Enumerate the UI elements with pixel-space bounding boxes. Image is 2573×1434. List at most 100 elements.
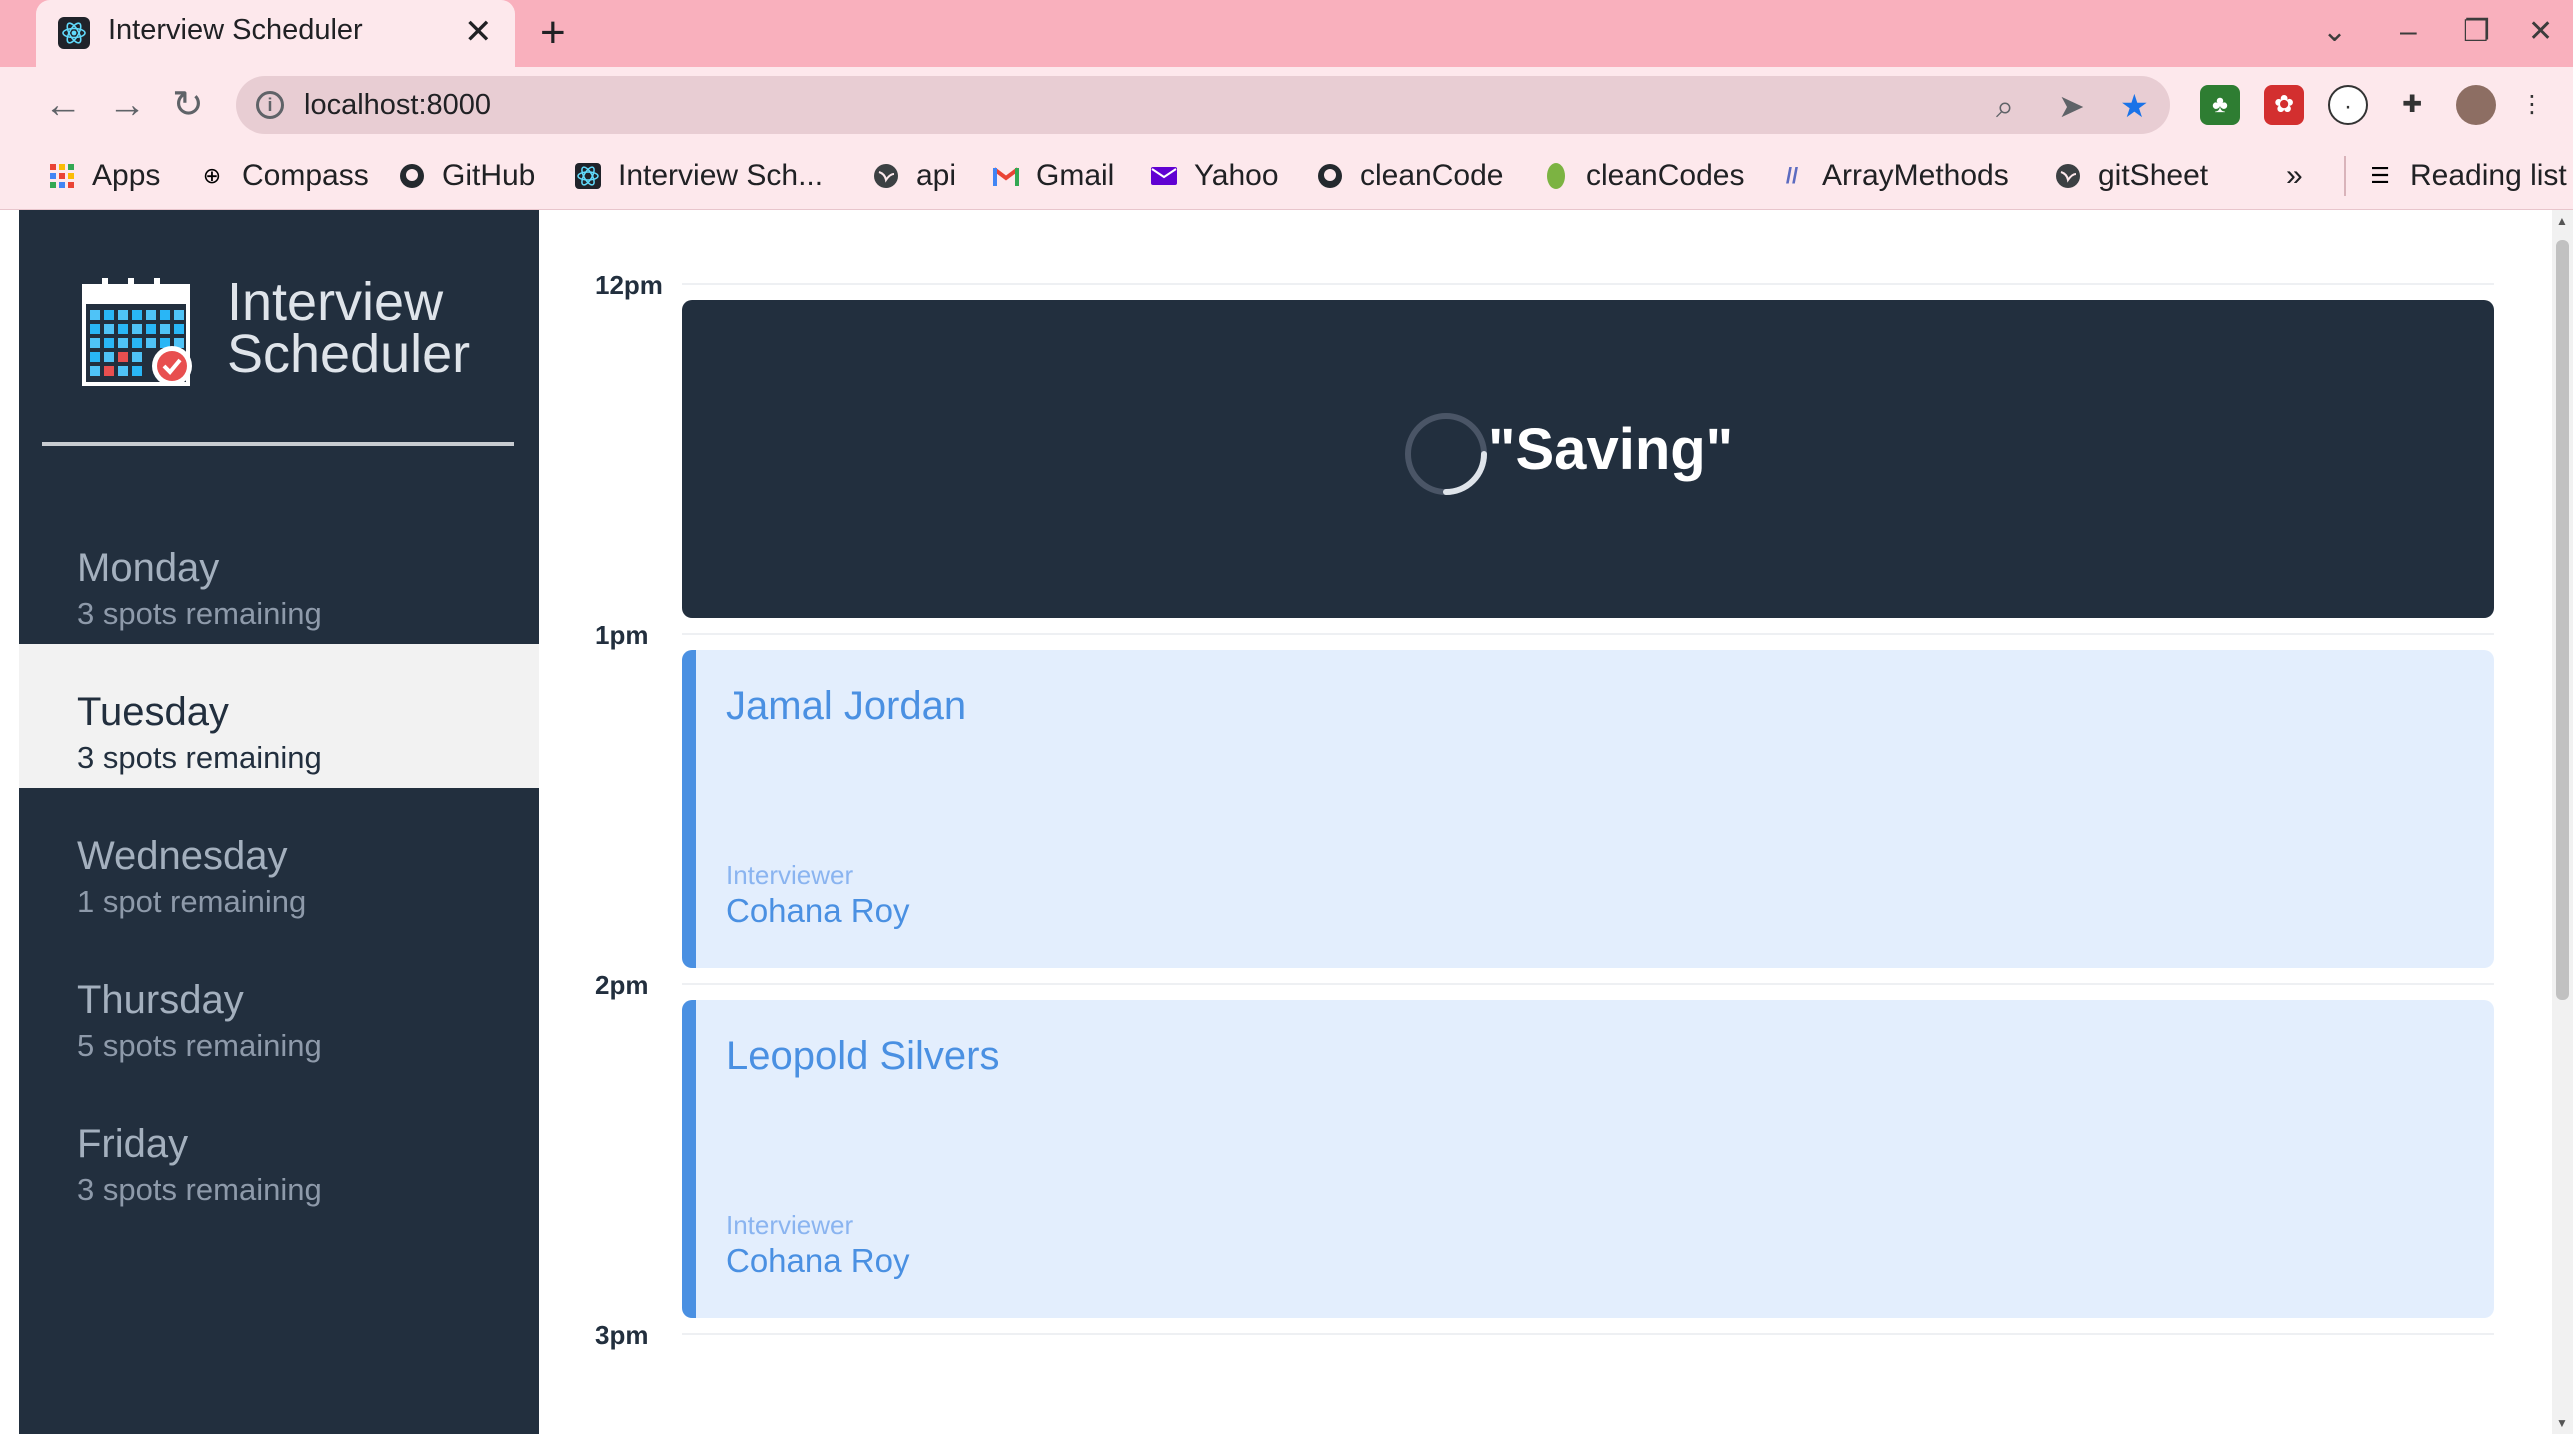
status-saving-card: "Saving" [682,300,2494,618]
hour-label-3pm: 3pm [595,1320,649,1350]
day-name: Wednesday [77,834,288,878]
bookmark-gmail[interactable]: Gmail [992,156,1114,196]
bookmark-label: ArrayMethods [1822,159,2009,192]
brand-title: Interview Scheduler [227,275,471,384]
restore-icon[interactable]: ❐ [2463,12,2490,52]
html-tree-extension-icon[interactable]: ♣ [2200,85,2240,125]
day-item-thursday[interactable]: Thursday 5 spots remaining [19,932,539,1076]
bookmark-arraymethods[interactable]: // ArrayMethods [1778,156,2009,196]
day-item-friday[interactable]: Friday 3 spots remaining [19,1076,539,1220]
hour-divider [682,633,2494,635]
back-arrow-icon[interactable]: ← [44,81,82,129]
day-spots: 3 spots remaining [77,1172,322,1207]
scroll-up-icon[interactable]: ▲ [2556,214,2568,228]
github-icon [1316,162,1344,190]
github-icon [398,162,426,190]
appointment-student: Jamal Jordan [726,684,967,728]
day-spots: 5 spots remaining [77,1028,322,1063]
reload-icon[interactable]: ↻ [172,81,204,129]
globe-icon [872,162,900,190]
code-icon: // [1785,163,1799,188]
bookmark-apps[interactable]: Apps [48,156,160,196]
extension-red-icon[interactable]: ✿ [2264,85,2304,125]
day-item-tuesday[interactable]: Tuesday 3 spots remaining [19,644,539,788]
zoom-icon[interactable]: ⌕ [1996,88,2014,124]
day-spots: 3 spots remaining [77,596,322,631]
page-scrollbar[interactable]: ▲ ▼ [2552,210,2573,1434]
day-item-monday[interactable]: Monday 3 spots remaining [19,500,539,644]
url-text[interactable]: localhost:8000 [304,89,491,122]
leaf-icon [1542,162,1570,190]
hour-divider [682,283,2494,285]
appointment-interviewer: Cohana Roy [726,892,910,929]
bookmark-label: api [916,159,957,192]
tab-search-chevron-icon[interactable]: ⌄ [2322,12,2347,52]
bookmark-star-icon[interactable]: ★ [2120,88,2149,124]
apps-grid-icon [48,162,76,190]
brand-line-2: Scheduler [227,324,471,384]
reading-list-label: Reading list [2410,159,2567,192]
scroll-thumb[interactable] [2556,240,2569,1000]
bookmark-cleancodes[interactable]: cleanCodes [1542,156,1744,196]
more-bookmarks-icon: » [2286,159,2303,192]
appointment-interviewer: Cohana Roy [726,1242,910,1279]
reading-list-button[interactable]: ☰ Reading list [2344,156,2567,196]
day-item-wednesday[interactable]: Wednesday 1 spot remaining [19,788,539,932]
bookmark-label: gitSheet [2098,159,2209,192]
globe-icon [2054,162,2082,190]
day-name: Friday [77,1122,189,1166]
hour-label-12pm: 12pm [595,270,663,300]
hour-label-2pm: 2pm [595,970,649,1000]
react-icon [58,17,90,49]
sidebar: Interview Scheduler Monday 3 spots remai… [19,210,539,1434]
appointment-interviewer-label: Interviewer [726,860,854,890]
scroll-down-icon[interactable]: ▼ [2556,1416,2568,1430]
forward-arrow-icon[interactable]: → [108,81,146,129]
bookmark-github[interactable]: GitHub [398,156,535,196]
bookmark-label: Apps [92,159,161,192]
appointment-card[interactable]: Jamal Jordan Interviewer Cohana Roy [682,650,2494,968]
bookmark-label: Compass [242,159,369,192]
appointment-student: Leopold Silvers [726,1034,1000,1078]
extension-code-icon[interactable]: · [2328,85,2368,125]
browser-tab[interactable]: Interview Scheduler ✕ [36,0,515,67]
address-bar[interactable]: i localhost:8000 ⌕ ➤ ★ [236,76,2170,134]
bookmark-label: Yahoo [1194,159,1279,192]
extensions-puzzle-icon[interactable]: ✚ [2392,85,2432,125]
day-name: Thursday [77,978,244,1022]
compass-icon: ⊕ [202,163,222,188]
bookmark-gitsheet[interactable]: gitSheet [2054,156,2208,196]
bookmark-label: cleanCodes [1586,159,1745,192]
bookmark-yahoo[interactable]: Yahoo [1150,156,1279,196]
new-tab-button[interactable]: + [540,8,566,58]
hour-divider [682,1333,2494,1335]
appointment-card[interactable]: Leopold Silvers Interviewer Cohana Roy [682,1000,2494,1318]
bookmark-cleancode[interactable]: cleanCode [1316,156,1503,196]
bookmark-interview-scheduler[interactable]: Interview Sch... [574,156,823,196]
tab-title: Interview Scheduler [108,14,363,46]
bookmark-compass[interactable]: ⊕ Compass [198,156,369,196]
minimize-icon[interactable]: – [2400,12,2417,52]
day-name: Tuesday [77,690,229,734]
profile-avatar[interactable] [2456,85,2496,125]
menu-kebab-icon[interactable]: ⋮ [2520,85,2544,125]
day-spots: 1 spot remaining [77,884,307,919]
more-bookmarks-button[interactable]: » [2286,156,2303,196]
sidebar-divider [42,442,514,446]
appointment-interviewer-label: Interviewer [726,1210,854,1240]
send-icon[interactable]: ➤ [2058,88,2085,124]
bookmark-label: GitHub [442,159,536,192]
schedule-panel: 12pm "Saving" 1pm Jamal Jordan Interview… [539,210,2552,1434]
react-icon [574,162,602,190]
loading-spinner-icon [1405,413,1487,495]
hour-label-1pm: 1pm [595,620,649,650]
bookmark-api[interactable]: api [872,156,956,196]
gmail-icon [992,162,1020,190]
site-info-icon[interactable]: i [256,91,284,119]
day-spots: 3 spots remaining [77,740,322,775]
window-close-icon[interactable]: ✕ [2528,12,2553,52]
tab-close-icon[interactable]: ✕ [464,12,493,52]
bookmarks-bar: Apps ⊕ Compass GitHub Interview Sch... a… [0,144,2573,210]
hour-divider [682,983,2494,985]
bookmark-label: cleanCode [1360,159,1504,192]
